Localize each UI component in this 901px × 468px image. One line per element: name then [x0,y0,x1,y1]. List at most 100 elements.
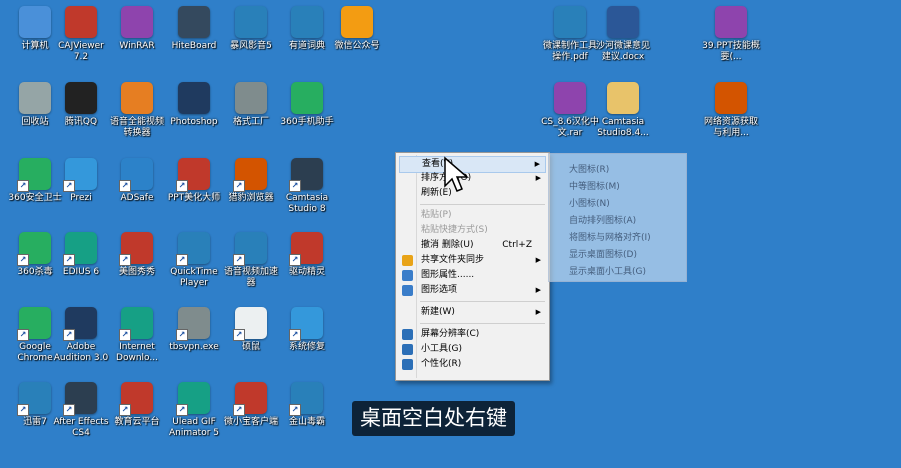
desktop-icon-label: Camtasia Studio8.4... [597,117,649,138]
desktop-icon[interactable]: 沙河微课意见建议.docx [594,6,652,63]
menu-item-icon [402,359,413,370]
shortcut-arrow-icon: ↗ [176,329,188,341]
context-menu-item[interactable]: 图形选项 ▶ [399,283,546,298]
360-phone-icon [291,82,323,114]
desktop-icon-label: 微小宝客户端 [223,417,278,427]
edu-cloud-icon: ↗ [119,382,153,416]
desktop-icon[interactable]: CS_8.6汉化中文.rar [541,82,599,139]
ghost-submenu-item: 中等图标(M) [569,182,620,192]
desktop-icon[interactable]: ↗ EDIUS 6 [52,232,110,278]
context-menu-item[interactable]: 个性化(R) [399,357,546,372]
desktop-icon[interactable]: ↗ 美图秀秀 [108,232,166,278]
desktop-icon[interactable]: HiteBoard [165,6,223,52]
submenu-arrow-icon: ▶ [535,308,541,316]
menu-item-label: 图形选项 [421,285,458,295]
desktop-icon[interactable]: ↗ Internet Downlo... [108,307,166,364]
shuoshu-icon: ↗ [233,307,267,341]
context-menu-item[interactable]: 共享文件夹同步 ▶ [399,253,546,268]
desktop-icon[interactable]: 暴风影音5 [222,6,280,52]
computer-icon [19,6,51,38]
desktop-icon[interactable]: 360手机助手 [278,82,336,128]
context-menu-item[interactable]: 刷新(E) [399,186,546,201]
menu-item-label: 撤消 删除(U) [421,240,474,250]
desktop-icon[interactable]: 语音全能视频转换器 [108,82,166,139]
desktop-icon[interactable]: 微信公众号 [328,6,386,52]
desktop-icon[interactable]: 39.PPT技能概要(... [702,6,760,63]
shortcut-arrow-icon: ↗ [63,254,75,266]
desktop-icon[interactable]: ↗ 教育云平台 [108,382,166,428]
desktop-icon-label: 39.PPT技能概要(... [702,41,760,62]
desktop-icon-label: Ulead GIF Animator 5 [169,417,219,438]
menu-item-icon [402,255,413,266]
shortcut-arrow-icon: ↗ [17,180,29,192]
desktop-icon-label: 驱动精灵 [288,267,325,277]
desktop-icon[interactable]: ↗ Adobe Audition 3.0 [52,307,110,364]
context-menu-item[interactable]: 粘贴快捷方式(S) [399,223,546,238]
menu-item-icon [402,329,413,340]
desktop-icon[interactable]: ↗ Ulead GIF Animator 5 [165,382,223,439]
desktop-icon[interactable]: ↗ 驱动精灵 [278,232,336,278]
desktop-icon[interactable]: ↗ 微小宝客户端 [222,382,280,428]
desktop-icon[interactable]: ↗ 硕鼠 [222,307,280,353]
desktop-icon[interactable]: 腾讯QQ [52,82,110,128]
storm-player-icon [235,6,267,38]
folder-icon [607,82,639,114]
context-menu-item[interactable]: 撤消 删除(U) Ctrl+Z [399,238,546,253]
shortcut-arrow-icon: ↗ [17,404,29,416]
menu-item-label: 图形属性...... [421,270,475,280]
shortcut-arrow-icon: ↗ [289,404,301,416]
desktop-icon[interactable]: 微课制作工具操作.pdf [541,6,599,63]
context-menu-item[interactable]: 图形属性...... [399,268,546,283]
cajviewer-icon [65,6,97,38]
context-menu-item[interactable]: 屏幕分辨率(C) [399,327,546,342]
desktop-icon-label: 腾讯QQ [64,117,98,127]
desktop-icon-label: Prezi [70,193,92,203]
desktop-icon[interactable]: ↗ 猎豹浏览器 [222,158,280,204]
context-menu-item[interactable]: 粘贴(P) [399,208,546,223]
desktop-icon-label: QuickTime Player [170,267,218,288]
desktop-icon[interactable]: WinRAR [108,6,166,52]
desktop-icon[interactable]: ↗ Prezi [52,158,110,204]
desktop-icon[interactable]: ↗ 系统修复 [278,307,336,353]
desktop-icon-label: 沙河微课意见建议.docx [595,41,650,62]
shortcut-arrow-icon: ↗ [17,254,29,266]
desktop-icon-label: CS_8.6汉化中文.rar [541,117,599,138]
after-effects-icon: ↗ [63,382,97,416]
ghost-submenu-item: 将图标与网格对齐(I) [569,233,651,243]
rar-file-icon [715,6,747,38]
desktop-icon[interactable]: ↗ PPT美化大师 [165,158,223,204]
desktop-icon-label: HiteBoard [171,41,217,51]
shortcut-arrow-icon: ↗ [233,404,245,416]
context-menu-item[interactable]: 新建(W) ▶ [399,305,546,320]
desktop[interactable]: { "desktop_icons": [ {"label":"计算机","ico… [0,0,901,468]
quicktime-icon: ↗ [176,232,210,266]
desktop-icon[interactable]: Camtasia Studio8.4... [594,82,652,139]
youdao-icon [291,6,323,38]
desktop-icon[interactable]: ↗ ADSafe [108,158,166,204]
desktop-icon[interactable]: ↗ After Effects CS4 [52,382,110,439]
context-menu-item[interactable]: 小工具(G) [399,342,546,357]
desktop-icon[interactable]: ↗ tbsvpn.exe [165,307,223,353]
shortcut-arrow-icon: ↗ [63,180,75,192]
context-menu-item[interactable]: 排序方式(O)▶ [399,171,546,186]
shortcut-arrow-icon: ↗ [233,254,245,266]
desktop-icon[interactable]: 格式工厂 [222,82,280,128]
desktop-icon[interactable]: ↗ 金山毒霸 [278,382,336,428]
desktop-icon[interactable]: ↗ QuickTime Player [165,232,223,289]
desktop-icon[interactable]: 网络资源获取与利用... [702,82,760,139]
desktop-icon[interactable]: ↗ 语音视频加速器 [222,232,280,289]
shortcut-arrow-icon: ↗ [63,404,75,416]
desktop-icon-label: tbsvpn.exe [169,342,219,352]
desktop-icon[interactable]: ↗ Camtasia Studio 8 [278,158,336,215]
desktop-icon-label: 360手机助手 [280,117,334,127]
desktop-icon-label: ADSafe [120,193,154,203]
shortcut-arrow-icon: ↗ [17,329,29,341]
driver-genius-icon: ↗ [289,232,323,266]
recycle-bin-icon [19,82,51,114]
desktop-icon[interactable]: CAJViewer 7.2 [52,6,110,63]
desktop-icon-label: 教育云平台 [114,417,160,427]
shortcut-arrow-icon: ↗ [63,329,75,341]
menu-item-label: 粘贴快捷方式(S) [421,225,488,235]
desktop-icon-label: CAJViewer 7.2 [58,41,104,62]
desktop-icon[interactable]: Photoshop [165,82,223,128]
